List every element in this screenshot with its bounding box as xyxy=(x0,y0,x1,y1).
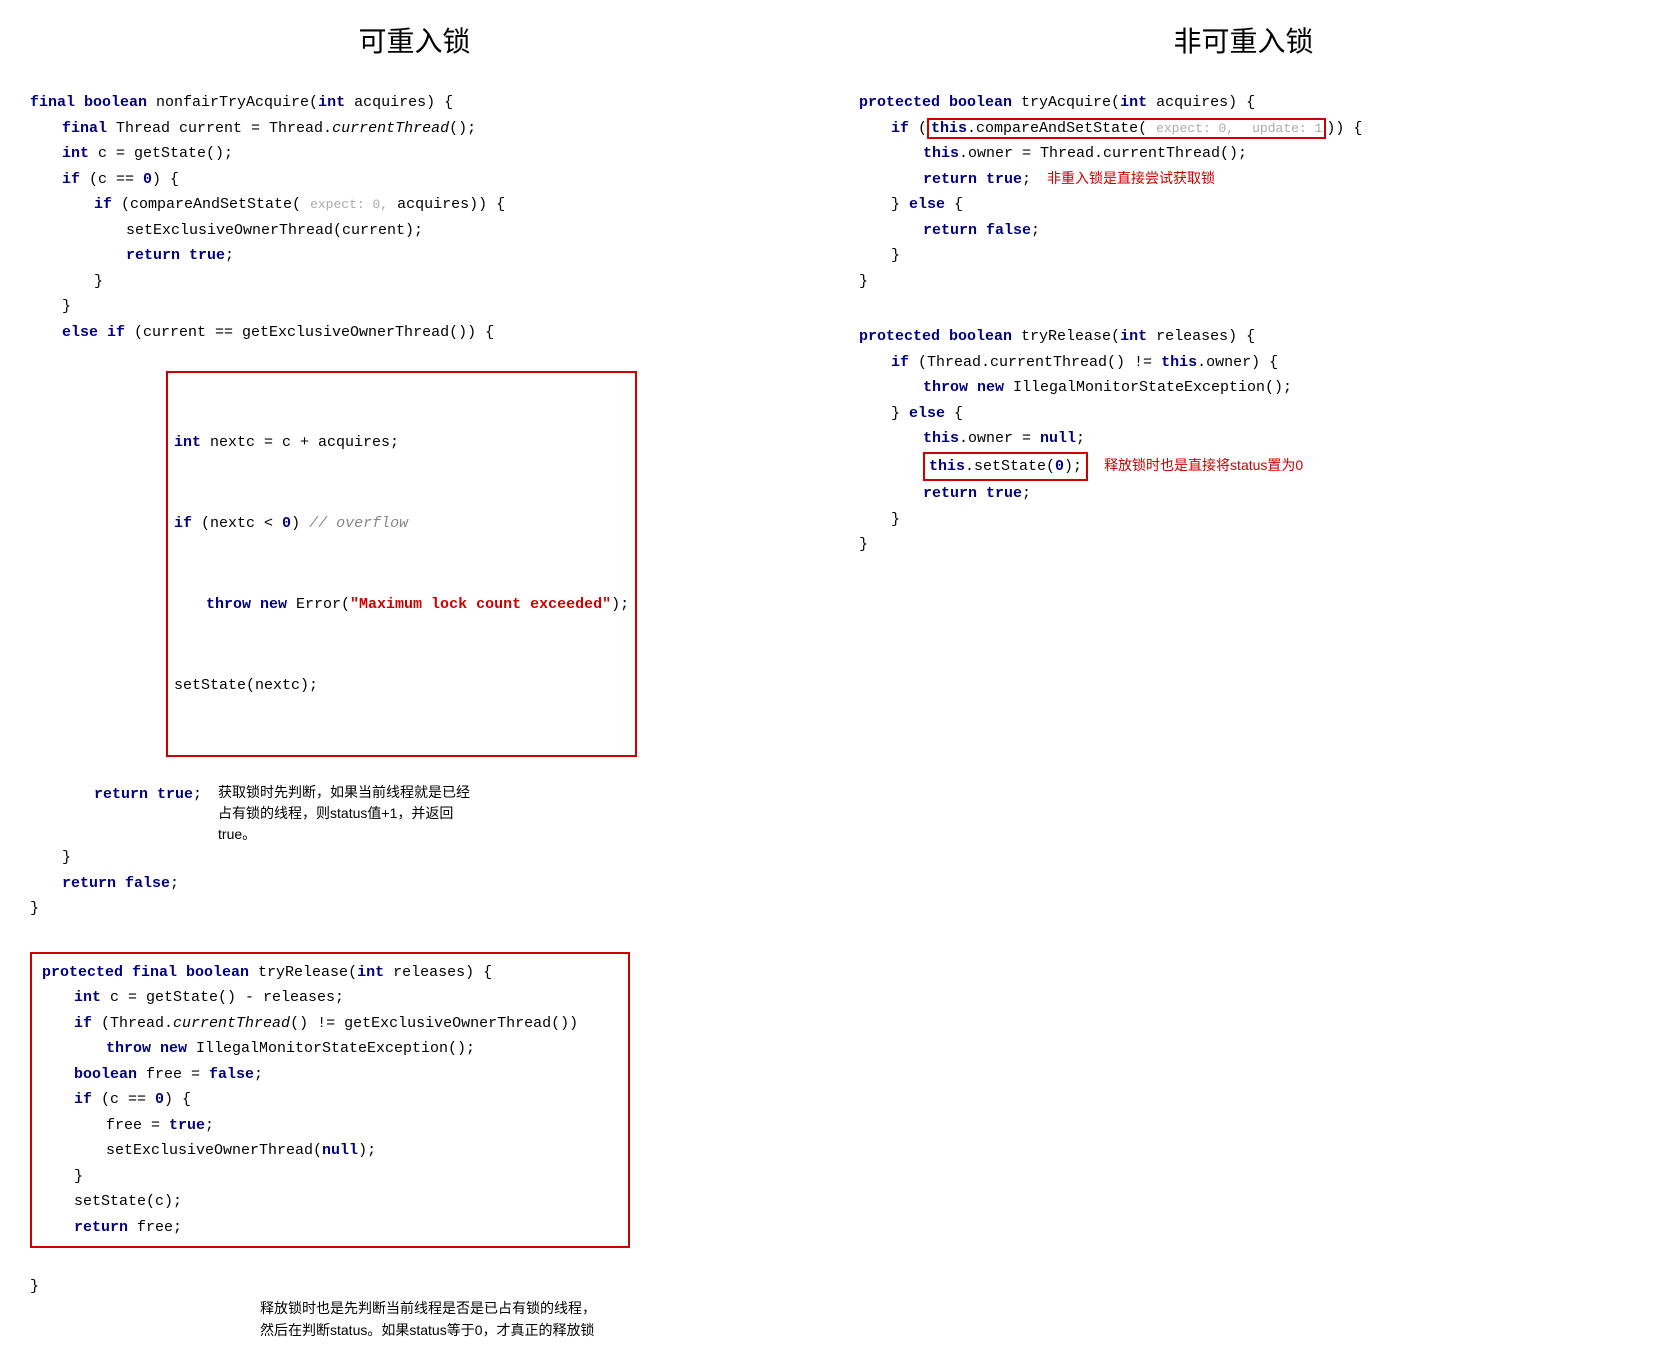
page-layout: 可重入锁 final boolean nonfairTryAcquire(int… xyxy=(30,20,1628,1342)
left-column: 可重入锁 final boolean nonfairTryAcquire(int… xyxy=(30,20,799,1342)
left-title: 可重入锁 xyxy=(30,20,799,60)
right-release-block: protected boolean tryRelease(int release… xyxy=(859,324,1628,558)
left-acquire-block: final boolean nonfairTryAcquire(int acqu… xyxy=(30,90,799,922)
right-acquire-block: protected boolean tryAcquire(int acquire… xyxy=(859,90,1628,294)
right-title: 非可重入锁 xyxy=(859,20,1628,60)
right-column: 非可重入锁 protected boolean tryAcquire(int a… xyxy=(859,20,1628,588)
